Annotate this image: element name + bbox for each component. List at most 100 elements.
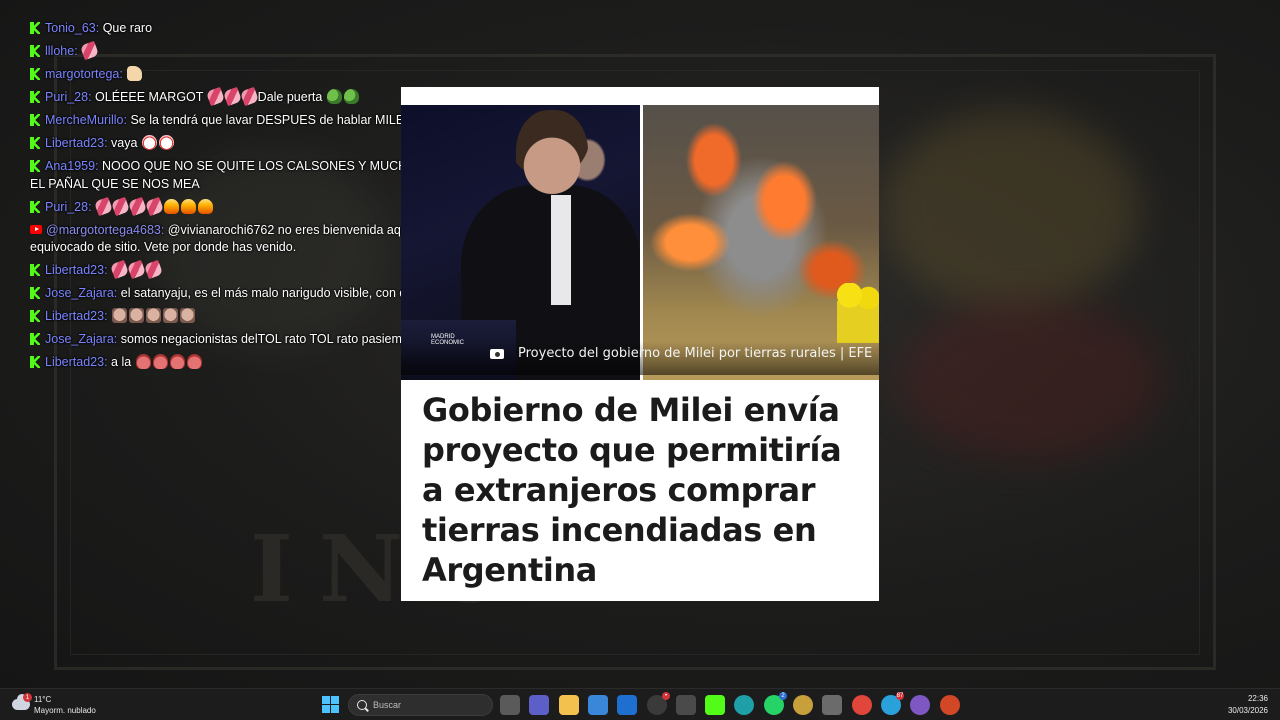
kick-icon xyxy=(30,356,41,368)
chat-text: somos negacionistas delTOL rato TOL rato… xyxy=(120,332,420,346)
chat-username: MercheMurillo xyxy=(45,113,124,127)
chat-text: a la xyxy=(111,355,132,369)
kick-icon xyxy=(30,310,41,322)
poo-emote-icon xyxy=(135,354,151,369)
news-card: Proyecto del gobierno de Milei por tierr… xyxy=(401,87,879,601)
frog-emote-icon xyxy=(326,89,342,104)
settings-shield-icon[interactable] xyxy=(822,695,842,715)
whatsapp-icon[interactable]: 2 xyxy=(764,692,787,715)
weather-badge: 1 xyxy=(23,693,32,702)
poo-emote-icon xyxy=(152,354,168,369)
media-app-icon[interactable] xyxy=(910,695,930,715)
notification-badge: • xyxy=(662,692,670,700)
task-view-icon[interactable] xyxy=(500,695,520,715)
poo-emote-icon xyxy=(169,354,185,369)
kick-icon xyxy=(30,91,41,103)
poo-emote-icon xyxy=(186,354,202,369)
kick-icon xyxy=(30,200,41,213)
ribbon-emote-icon xyxy=(80,40,100,61)
ribbon-emote-icon xyxy=(143,259,164,280)
telegram-icon[interactable]: 87 xyxy=(881,692,904,715)
camera-icon xyxy=(490,349,504,359)
photo-speaker xyxy=(401,105,641,380)
chat-message: margotortega: xyxy=(30,66,470,84)
chat-username: Libertad23 xyxy=(45,136,105,150)
clock-date: 30/03/2026 xyxy=(1227,706,1268,715)
chat-username: Libertad23 xyxy=(45,355,105,369)
windows-taskbar: 1 11°C Mayorm. nublado Buscar • 2 87 22:36… xyxy=(0,688,1280,720)
chat-username: Puri_28 xyxy=(45,90,89,104)
chat-username: Ana1959 xyxy=(45,159,96,173)
notification-badge: 87 xyxy=(896,692,904,700)
chat-username: Libertad23 xyxy=(45,263,105,277)
kick-icon xyxy=(30,137,41,149)
clown-emote-icon xyxy=(158,135,174,150)
weather-temp: 11°C xyxy=(34,695,52,704)
taskbar-search[interactable]: Buscar xyxy=(348,694,493,716)
app-cube-icon[interactable] xyxy=(676,695,696,715)
chat-username: @margotortega4683 xyxy=(46,222,161,237)
teams-icon[interactable] xyxy=(529,695,549,715)
chrome-icon[interactable] xyxy=(852,695,872,715)
chat-message: lllohe: xyxy=(30,40,470,61)
chat-username: margotortega xyxy=(45,67,120,81)
frog-emote-icon xyxy=(343,89,359,104)
face-emote-icon xyxy=(146,308,162,323)
chat-text: OLÉEEE MARGOT xyxy=(95,90,204,104)
search-icon xyxy=(357,700,367,710)
obs-icon[interactable]: • xyxy=(647,692,670,715)
system-clock[interactable]: 22:36 30/03/2026 xyxy=(1228,693,1268,717)
face-emote-icon xyxy=(129,308,145,323)
kick-icon xyxy=(30,264,41,276)
powerpoint-icon[interactable] xyxy=(940,695,960,715)
chat-username: Tonio_63 xyxy=(45,21,96,35)
chat-text: Se la tendrá que lavar DESPUES de hablar… xyxy=(130,113,408,127)
ribbon-emote-icon xyxy=(144,196,165,216)
photo-wildfire xyxy=(643,105,879,380)
outlook-icon[interactable] xyxy=(617,695,637,715)
fire-emote-icon xyxy=(181,198,197,214)
chat-message: Tonio_63: Que raro xyxy=(30,20,470,38)
face-emote-icon xyxy=(180,308,196,323)
photo-caption: Proyecto del gobierno de Milei por tierr… xyxy=(518,346,873,361)
face-emote-icon xyxy=(163,308,179,323)
kick-icon xyxy=(30,22,41,34)
chat-username: Jose_Zajara xyxy=(45,286,114,300)
chat-text: vaya xyxy=(111,136,138,150)
chat-text: Que raro xyxy=(102,21,153,35)
chrome-canary-icon[interactable] xyxy=(793,695,813,715)
notification-badge: 2 xyxy=(779,692,787,700)
chat-text: Dale puerta xyxy=(257,90,323,104)
start-button[interactable] xyxy=(322,696,339,713)
kick-icon xyxy=(30,287,41,299)
kick-icon[interactable] xyxy=(705,695,725,715)
youtube-icon xyxy=(30,224,42,234)
ribbon-emote-icon xyxy=(110,196,131,216)
ribbon-emote-icon xyxy=(109,259,130,280)
kick-icon xyxy=(30,333,41,345)
kick-icon xyxy=(30,114,41,126)
chat-username: lllohe xyxy=(45,44,75,58)
thumb-emote-icon xyxy=(127,66,143,81)
ribbon-emote-icon xyxy=(222,86,242,107)
ribbon-emote-icon xyxy=(126,259,147,280)
kick-icon xyxy=(30,160,41,172)
chat-username: Jose_Zajara xyxy=(45,332,114,346)
fire-emote-icon xyxy=(164,198,180,214)
chat-username: Libertad23 xyxy=(45,309,105,323)
kick-icon xyxy=(30,45,41,57)
face-emote-icon xyxy=(112,308,128,323)
kick-icon xyxy=(30,68,41,80)
ribbon-emote-icon xyxy=(205,86,225,107)
weather-widget[interactable]: 1 11°C Mayorm. nublado xyxy=(10,693,120,717)
clock-time: 22:36 xyxy=(1247,694,1268,703)
ribbon-emote-icon xyxy=(93,196,114,216)
microsoft-store-icon[interactable] xyxy=(588,695,608,715)
ribbon-emote-icon xyxy=(239,86,259,107)
ribbon-emote-icon xyxy=(127,196,148,216)
news-headline: Gobierno de Milei envía proyecto que per… xyxy=(422,391,842,589)
edge-icon[interactable] xyxy=(734,695,754,715)
weather-condition: Mayorm. nublado xyxy=(34,706,96,715)
search-placeholder: Buscar xyxy=(373,700,402,710)
file-explorer-icon[interactable] xyxy=(559,695,579,715)
